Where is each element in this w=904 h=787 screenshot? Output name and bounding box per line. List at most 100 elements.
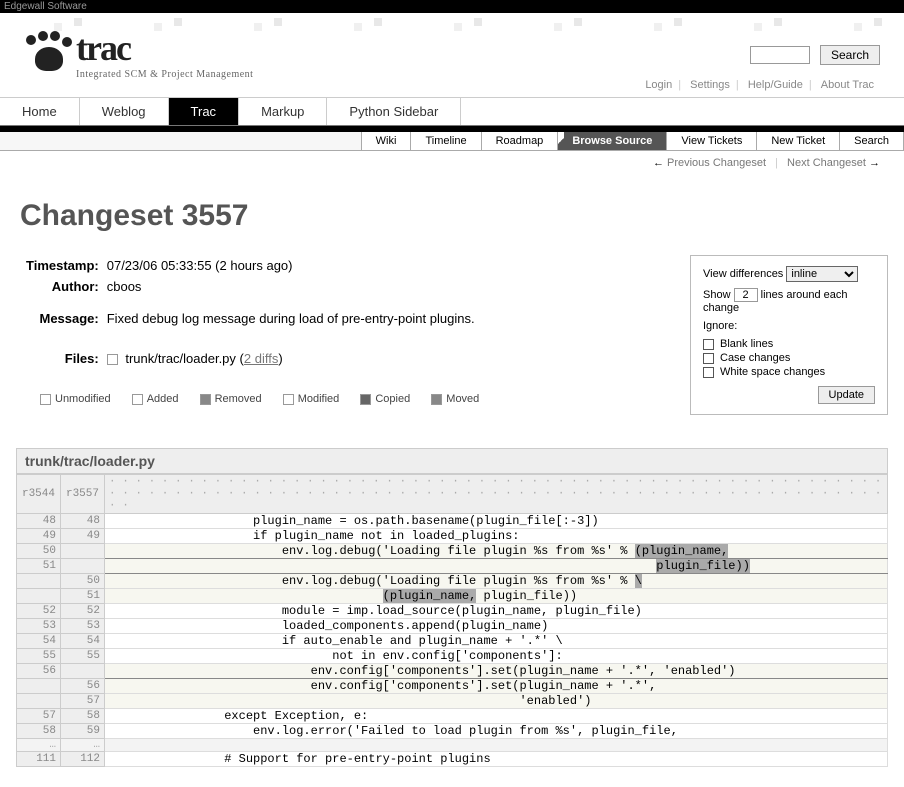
legend-removed-swatch	[200, 394, 211, 405]
line-old: 57	[17, 708, 61, 723]
help-link[interactable]: Help/Guide	[748, 79, 803, 91]
line-new: 57	[61, 693, 105, 708]
line-code: env.log.debug('Loading file plugin %s fr…	[105, 573, 888, 588]
ctx-timeline[interactable]: Timeline	[410, 132, 481, 150]
line-old: 58	[17, 723, 61, 738]
file-checkbox[interactable]	[107, 354, 118, 365]
ignore-case-checkbox[interactable]	[703, 353, 714, 364]
main-nav: Home Weblog Trac Markup Python Sidebar	[0, 98, 904, 126]
line-old	[17, 678, 61, 693]
tab-home[interactable]: Home	[0, 98, 80, 125]
col-code: · · · · · · · · · · · · · · · · · · · · …	[105, 474, 888, 513]
line-old	[17, 693, 61, 708]
settings-link[interactable]: Settings	[690, 79, 730, 91]
line-old: 49	[17, 528, 61, 543]
ctx-search[interactable]: Search	[839, 132, 904, 150]
viewdiff-select[interactable]: inline	[786, 266, 858, 282]
line-old: …	[17, 738, 61, 751]
line-code: except Exception, e:	[105, 708, 888, 723]
line-code: plugin_file))	[105, 558, 888, 573]
ignore-label: Ignore:	[703, 320, 737, 332]
line-code: if auto_enable and plugin_name + '.*' \	[105, 633, 888, 648]
tab-weblog[interactable]: Weblog	[80, 98, 169, 125]
legend-copied-swatch	[360, 394, 371, 405]
legend-moved-swatch	[431, 394, 442, 405]
line-code: plugin_name = os.path.basename(plugin_fi…	[105, 513, 888, 528]
next-changeset-link[interactable]: Next Changeset	[787, 157, 866, 169]
line-new: 54	[61, 633, 105, 648]
prev-changeset-link[interactable]: Previous Changeset	[667, 157, 766, 169]
line-code: 'enabled')	[105, 693, 888, 708]
author-value: cboos	[107, 276, 475, 297]
search-button[interactable]: Search	[820, 45, 880, 65]
legend-added-swatch	[132, 394, 143, 405]
diff-file-header: trunk/trac/loader.py	[16, 448, 888, 474]
about-link[interactable]: About Trac	[821, 79, 874, 91]
line-new	[61, 663, 105, 678]
show-label: Show	[703, 289, 731, 301]
line-new: 52	[61, 603, 105, 618]
ctx-browse-source[interactable]: Browse Source	[557, 132, 667, 150]
legend-modified-swatch	[283, 394, 294, 405]
message-label: Message:	[26, 297, 107, 329]
timestamp-value: 07/23/06 05:33:55 (2 hours ago)	[107, 255, 475, 276]
line-code: env.config['components'].set(plugin_name…	[105, 663, 888, 678]
line-old: 50	[17, 543, 61, 558]
diff-table: r3544 r3557 · · · · · · · · · · · · · · …	[16, 474, 888, 767]
line-old: 52	[17, 603, 61, 618]
message-value: Fixed debug log message during load of p…	[107, 297, 475, 329]
line-new: 51	[61, 588, 105, 603]
line-code: env.config['components'].set(plugin_name…	[105, 678, 888, 693]
ctx-new-ticket[interactable]: New Ticket	[756, 132, 840, 150]
line-code: loaded_components.append(plugin_name)	[105, 618, 888, 633]
tab-python-sidebar[interactable]: Python Sidebar	[327, 98, 461, 125]
line-new	[61, 558, 105, 573]
ctx-roadmap[interactable]: Roadmap	[481, 132, 559, 150]
logo-subtitle: Integrated SCM & Project Management	[76, 69, 253, 80]
timestamp-label: Timestamp:	[26, 255, 107, 276]
ignore-blank-checkbox[interactable]	[703, 339, 714, 350]
line-new: 112	[61, 751, 105, 766]
line-code	[105, 738, 888, 751]
line-new: …	[61, 738, 105, 751]
line-old: 54	[17, 633, 61, 648]
line-old: 56	[17, 663, 61, 678]
line-code: env.log.error('Failed to load plugin fro…	[105, 723, 888, 738]
metanav: Login| Settings| Help/Guide| About Trac	[639, 79, 880, 91]
diff-options-panel: View differences inline Show lines aroun…	[690, 255, 888, 415]
ignore-ws-checkbox[interactable]	[703, 367, 714, 378]
context-nav: Wiki Timeline Roadmap Browse Source View…	[0, 132, 904, 151]
logo-text: trac	[76, 27, 253, 69]
line-new: 49	[61, 528, 105, 543]
line-code: if plugin_name not in loaded_plugins:	[105, 528, 888, 543]
ctx-wiki[interactable]: Wiki	[361, 132, 412, 150]
line-new	[61, 543, 105, 558]
header: trac Integrated SCM & Project Management…	[0, 13, 904, 98]
line-code: env.log.debug('Loading file plugin %s fr…	[105, 543, 888, 558]
file-diffs-link[interactable]: 2 diffs	[244, 351, 278, 366]
line-code: not in env.config['components']:	[105, 648, 888, 663]
ctx-view-tickets[interactable]: View Tickets	[666, 132, 757, 150]
col-old-rev: r3544	[17, 474, 61, 513]
line-code: module = imp.load_source(plugin_name, pl…	[105, 603, 888, 618]
line-old	[17, 573, 61, 588]
context-lines-input[interactable]	[734, 288, 758, 302]
paw-icon	[24, 31, 70, 77]
line-old: 48	[17, 513, 61, 528]
tab-trac[interactable]: Trac	[169, 98, 240, 125]
line-old: 55	[17, 648, 61, 663]
line-old: 51	[17, 558, 61, 573]
update-button[interactable]: Update	[818, 386, 875, 404]
line-new: 56	[61, 678, 105, 693]
line-new: 58	[61, 708, 105, 723]
changeset-info: Timestamp: 07/23/06 05:33:55 (2 hours ag…	[26, 255, 475, 369]
logo[interactable]: trac Integrated SCM & Project Management	[24, 27, 253, 80]
tab-markup[interactable]: Markup	[239, 98, 327, 125]
line-old: 111	[17, 751, 61, 766]
line-code: # Support for pre-entry-point plugins	[105, 751, 888, 766]
line-code: (plugin_name, plugin_file))	[105, 588, 888, 603]
login-link[interactable]: Login	[645, 79, 672, 91]
search-input[interactable]	[750, 46, 810, 64]
line-old: 53	[17, 618, 61, 633]
line-new: 50	[61, 573, 105, 588]
